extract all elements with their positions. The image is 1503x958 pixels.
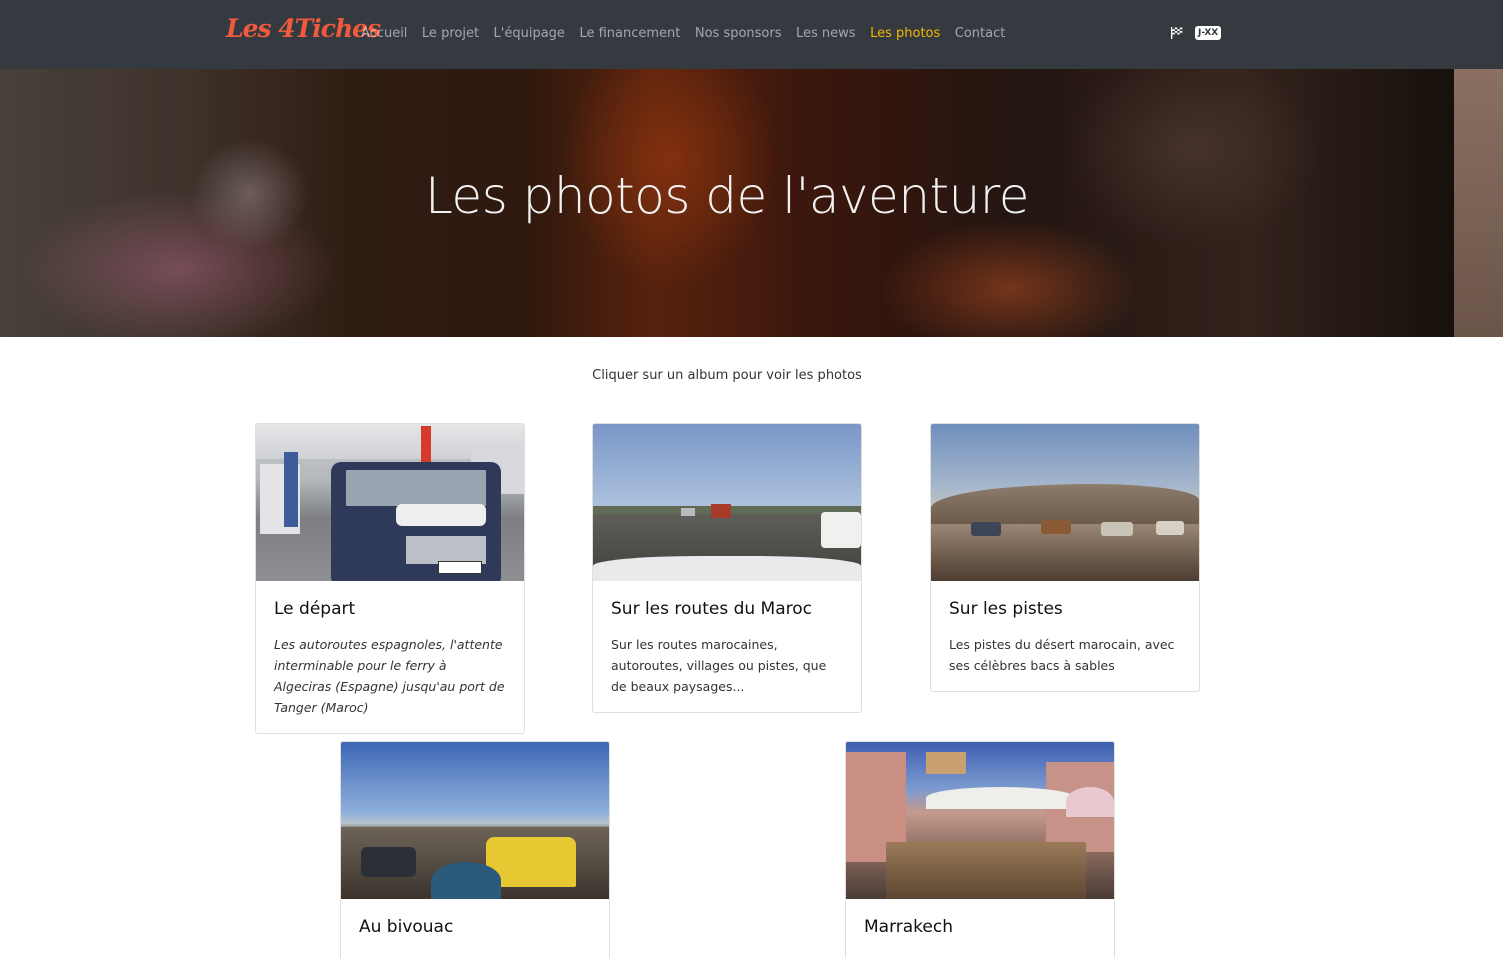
album-title: Marrakech — [864, 917, 954, 937]
nav-item-financement[interactable]: Le financement — [579, 24, 680, 44]
nav-item-le-projet[interactable]: Le projet — [422, 24, 479, 44]
nav-item-equipage[interactable]: L'équipage — [494, 24, 565, 44]
brand-logo[interactable]: Les 4Tiches — [226, 14, 381, 43]
checkered-flag-icon — [1171, 27, 1183, 39]
album-card-bivouac[interactable]: Au bivouac — [340, 741, 610, 958]
intro-text: Cliquer sur un album pour voir les photo… — [592, 368, 862, 383]
album-title: Au bivouac — [359, 917, 454, 937]
album-title: Le départ — [274, 599, 356, 619]
hero-banner: Les photos de l'aventure — [0, 69, 1503, 337]
album-description: Les pistes du désert marocain, avec ses … — [949, 637, 1175, 673]
nav-item-news[interactable]: Les news — [796, 24, 856, 44]
album-thumbnail[interactable] — [341, 742, 609, 899]
nav-right: J-XX — [1170, 26, 1222, 40]
album-description: Sur les routes marocaines, autoroutes, v… — [611, 637, 827, 694]
album-card-pistes[interactable]: Sur les pistes Les pistes du désert maro… — [930, 423, 1200, 692]
album-description: Les autoroutes espagnoles, l'attente int… — [274, 637, 505, 715]
navbar: Les 4Tiches Accueil Le projet L'équipage… — [0, 0, 1503, 69]
hero-edge — [1454, 69, 1503, 337]
album-title: Sur les pistes — [949, 599, 1063, 619]
nav-item-contact[interactable]: Contact — [955, 24, 1006, 44]
album-card-marrakech[interactable]: Marrakech — [845, 741, 1115, 958]
album-thumbnail[interactable] — [256, 424, 524, 581]
countdown-badge: J-XX — [1195, 26, 1222, 40]
nav-item-photos[interactable]: Les photos — [870, 24, 940, 44]
album-thumbnail[interactable] — [931, 424, 1199, 581]
nav-item-accueil[interactable]: Accueil — [361, 24, 407, 44]
nav-item-sponsors[interactable]: Nos sponsors — [695, 24, 782, 44]
album-thumbnail[interactable] — [593, 424, 861, 581]
page-title: Les photos de l'aventure — [424, 167, 1030, 225]
main-nav: Accueil Le projet L'équipage Le financem… — [361, 24, 1020, 44]
album-card-depart[interactable]: Le départ Les autoroutes espagnoles, l'a… — [255, 423, 525, 734]
album-title: Sur les routes du Maroc — [611, 599, 812, 619]
album-thumbnail[interactable] — [846, 742, 1114, 899]
album-card-routes-maroc[interactable]: Sur les routes du Maroc Sur les routes m… — [592, 423, 862, 713]
